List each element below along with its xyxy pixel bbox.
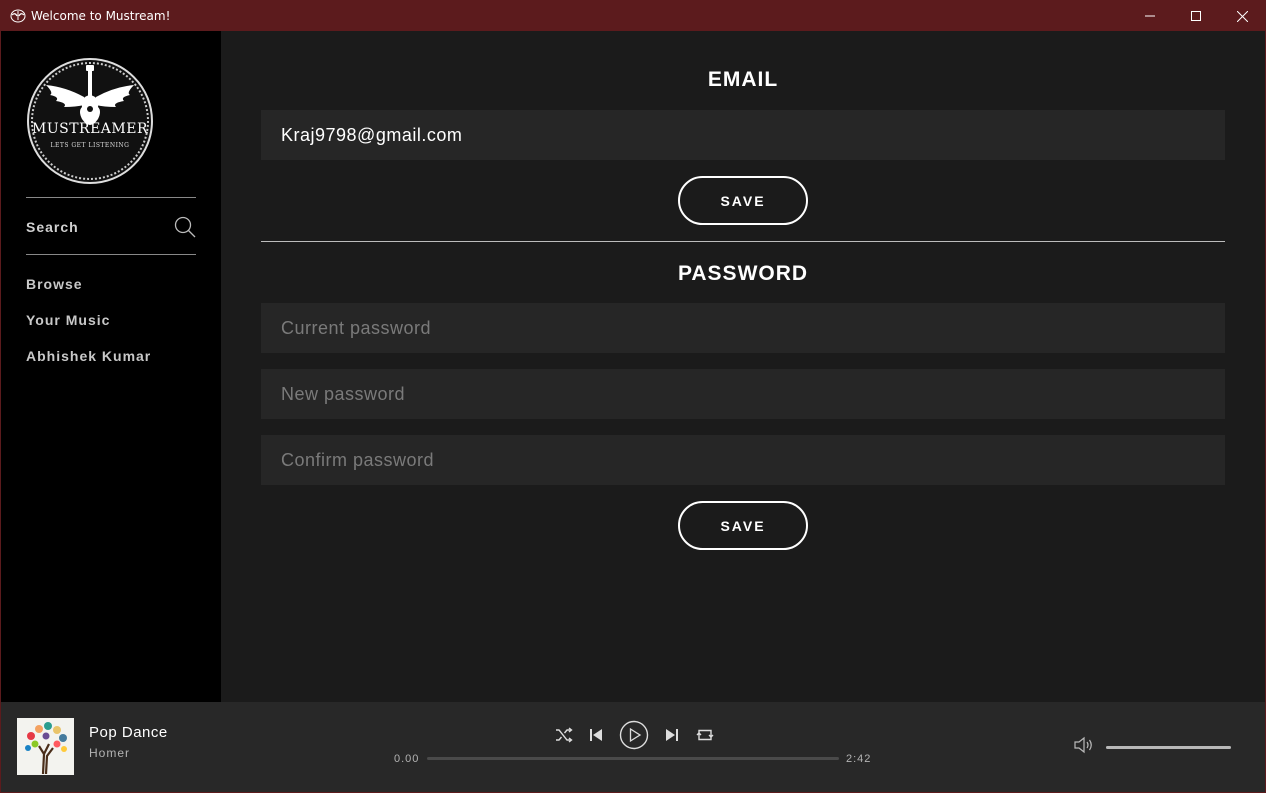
window-title: Welcome to Mustream! — [31, 9, 171, 23]
volume-icon — [1074, 736, 1092, 754]
play-icon — [619, 720, 649, 750]
next-icon — [666, 729, 678, 741]
previous-icon — [590, 729, 602, 741]
track-title: Pop Dance — [89, 724, 168, 741]
search-icon[interactable] — [174, 216, 196, 238]
repeat-button[interactable] — [695, 720, 715, 750]
maximize-icon — [1191, 11, 1201, 21]
email-field[interactable] — [261, 110, 1225, 160]
logo-tagline: LETS GET LISTENING — [50, 142, 130, 149]
mustream-wings-icon — [10, 8, 26, 24]
elapsed-time: 0.00 — [394, 753, 420, 765]
close-icon — [1236, 10, 1248, 22]
next-button[interactable] — [663, 720, 681, 750]
minimize-button[interactable] — [1127, 1, 1173, 31]
previous-button[interactable] — [587, 720, 605, 750]
password-section-title: PASSWORD — [677, 262, 809, 285]
search-label: Search — [26, 219, 79, 235]
email-save-button[interactable]: SAVE — [678, 176, 808, 225]
sidebar-search[interactable]: Search — [26, 213, 196, 241]
sidebar-item-browse[interactable]: Browse — [26, 274, 151, 310]
close-button[interactable] — [1219, 1, 1265, 31]
repeat-icon — [696, 729, 714, 741]
maximize-button[interactable] — [1173, 1, 1219, 31]
playback-controls — [553, 720, 715, 750]
volume-fill — [1106, 746, 1231, 749]
current-password-field[interactable] — [261, 303, 1225, 353]
sidebar-divider — [26, 197, 196, 198]
progress-bar[interactable] — [427, 757, 839, 760]
section-divider — [261, 241, 1225, 242]
volume-slider[interactable] — [1106, 746, 1231, 749]
sidebar-item-your-music[interactable]: Your Music — [26, 310, 151, 346]
app-window: Welcome to Mustream! MUSTREAMER LETS GET… — [0, 0, 1266, 793]
track-duration: 2:42 — [846, 753, 872, 765]
volume-button[interactable] — [1073, 735, 1095, 755]
track-artist: Homer — [89, 746, 131, 760]
play-button[interactable] — [619, 720, 649, 750]
sidebar-item-profile[interactable]: Abhishek Kumar — [26, 346, 151, 382]
sidebar: MUSTREAMER LETS GET LISTENING Search Bro… — [1, 31, 221, 702]
password-save-button[interactable]: SAVE — [678, 501, 808, 550]
account-settings: EMAIL SAVE PASSWORD SAVE — [221, 31, 1265, 702]
window-controls — [1127, 1, 1265, 31]
shuffle-button[interactable] — [553, 720, 575, 750]
album-cover — [17, 718, 74, 775]
sidebar-nav: Browse Your Music Abhishek Kumar — [26, 274, 151, 382]
confirm-password-field[interactable] — [261, 435, 1225, 485]
logo-name: MUSTREAMER — [31, 121, 149, 137]
new-password-field[interactable] — [261, 369, 1225, 419]
email-section-title: EMAIL — [707, 68, 779, 91]
minimize-icon — [1145, 15, 1155, 17]
player-bar: Pop Dance Homer 0.00 2:42 — [1, 702, 1265, 792]
mustreamer-logo: MUSTREAMER LETS GET LISTENING — [26, 57, 154, 185]
sidebar-divider — [26, 254, 196, 255]
title-bar: Welcome to Mustream! — [1, 1, 1265, 31]
shuffle-icon — [556, 727, 573, 743]
